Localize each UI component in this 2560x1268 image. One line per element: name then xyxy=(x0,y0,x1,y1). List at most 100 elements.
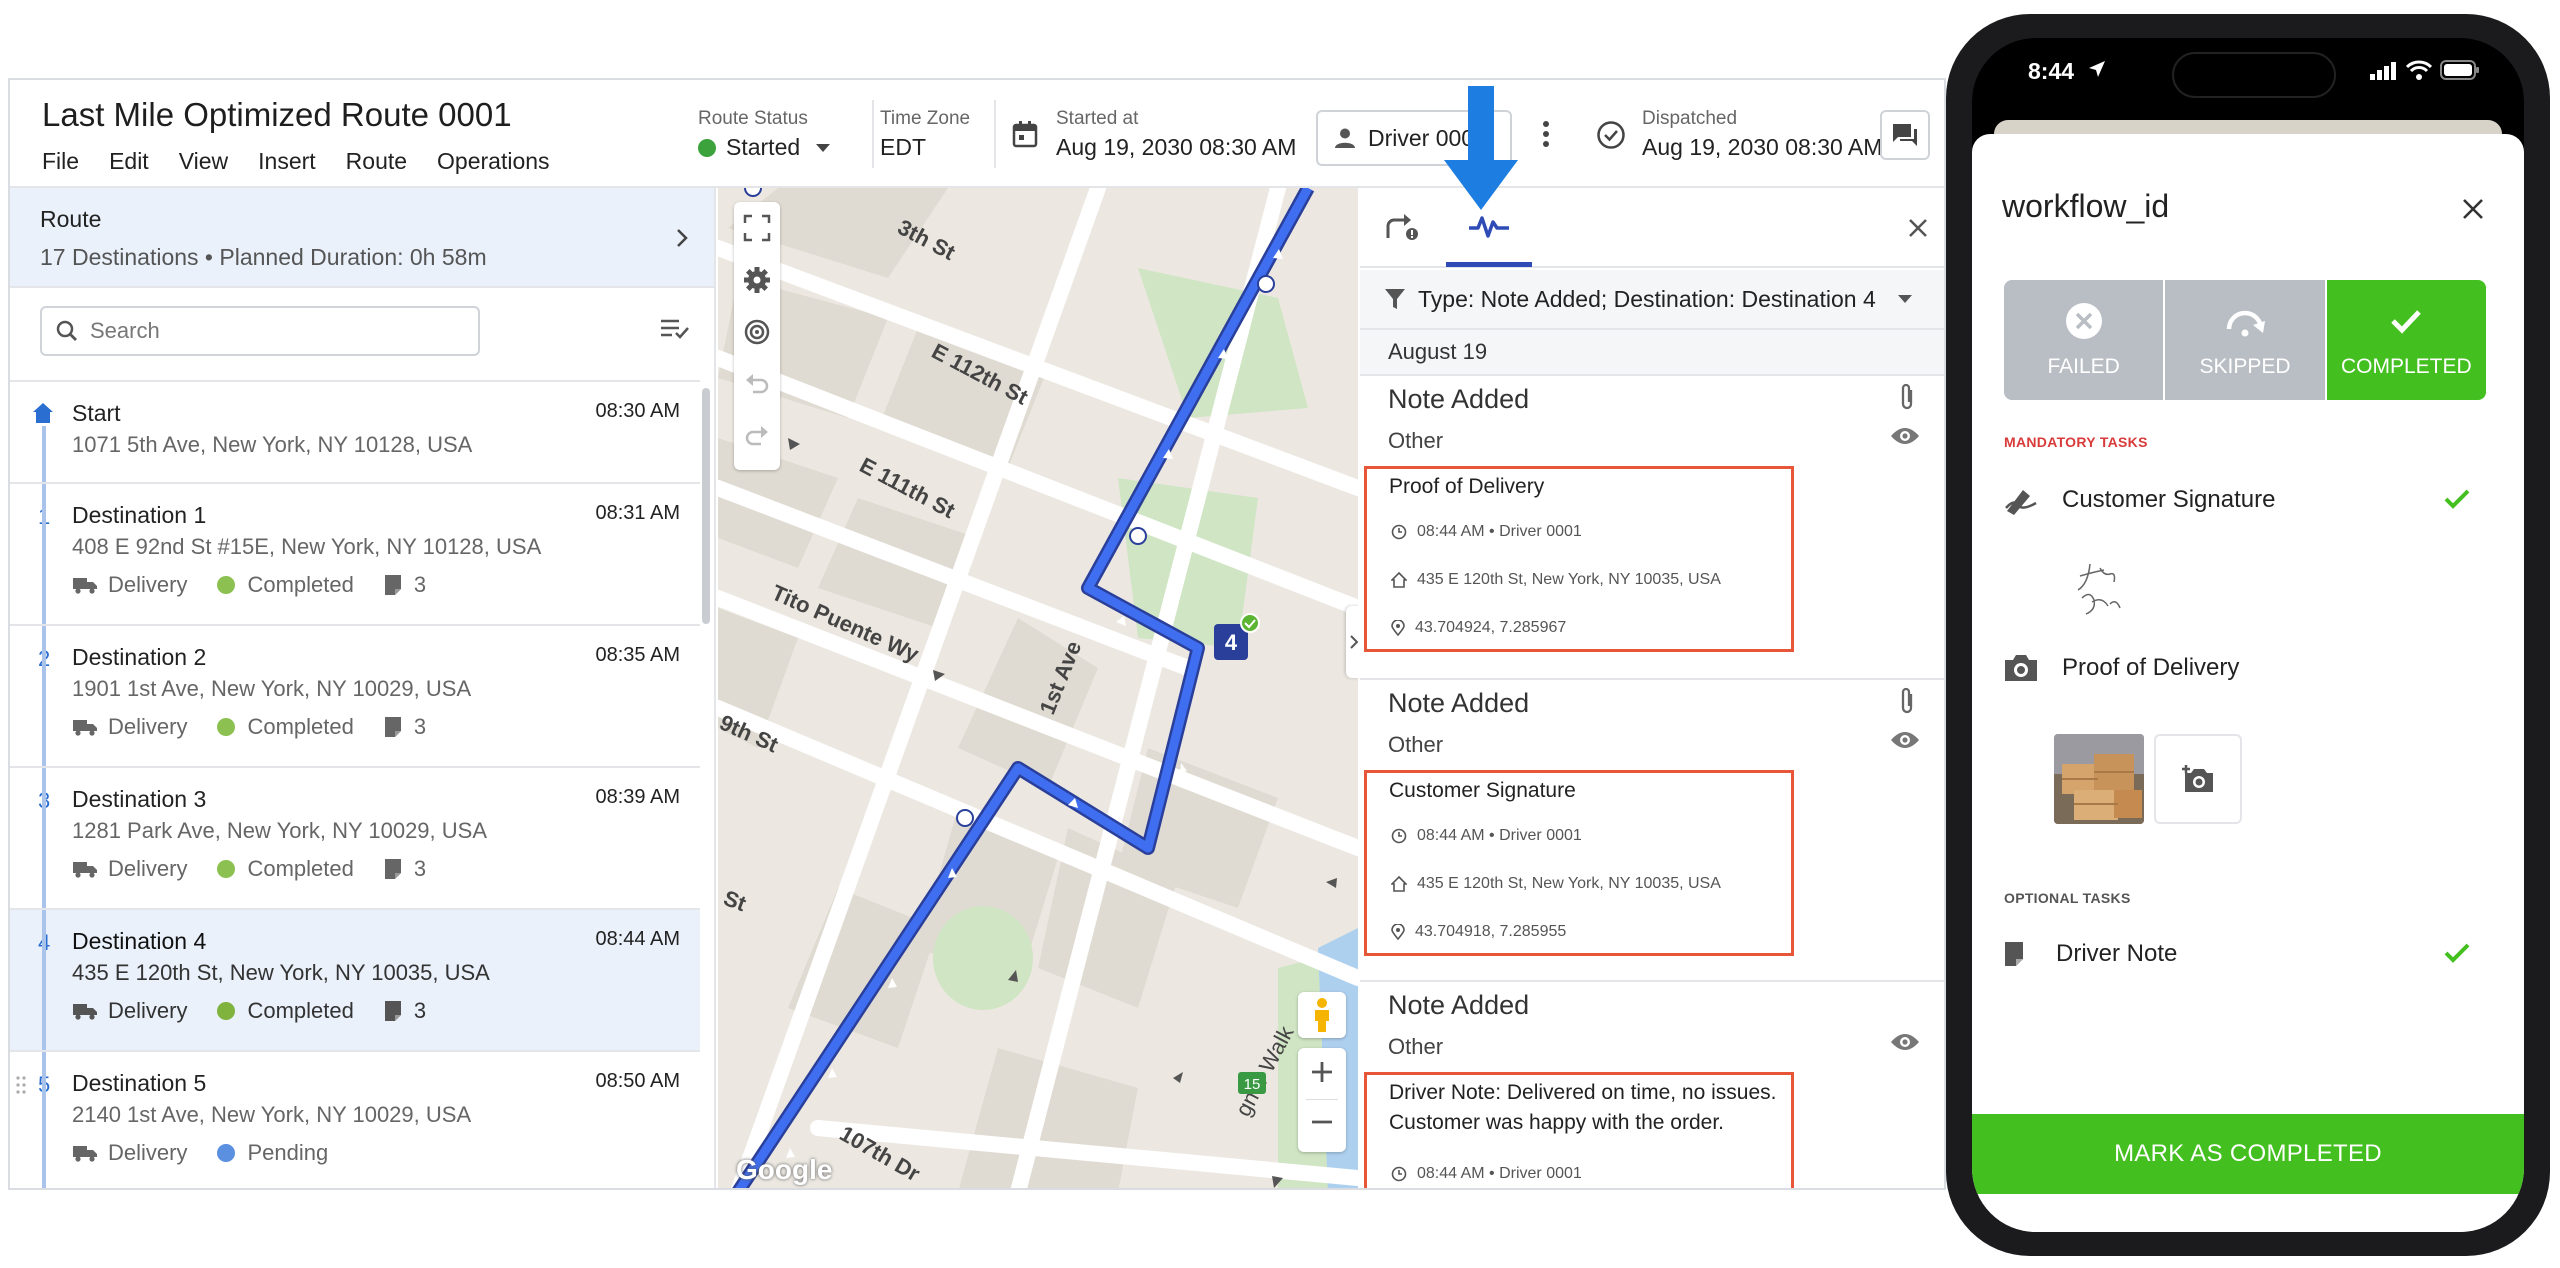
add-photo-button[interactable] xyxy=(2154,734,2242,824)
eye-icon[interactable] xyxy=(1890,426,1920,446)
menu-route[interactable]: Route xyxy=(346,148,407,175)
stop-status: Completed xyxy=(247,572,354,597)
note-origin: Other xyxy=(1388,732,1444,757)
chevron-down-icon xyxy=(816,143,831,152)
eye-icon[interactable] xyxy=(1890,1032,1920,1052)
list-item[interactable]: 5 Destination 5 2140 1st Ave, New York, … xyxy=(10,1050,700,1188)
stop-badge: 4 xyxy=(1225,630,1238,655)
stop-status: Completed xyxy=(247,998,354,1023)
route-insights-icon[interactable] xyxy=(1384,208,1420,242)
stop-meta: Delivery Completed 3 xyxy=(72,998,426,1024)
filter-icon xyxy=(1384,287,1406,311)
activity-note[interactable]: Note Added Other Customer Signature 08:4… xyxy=(1360,680,1944,982)
street-view-icon[interactable] xyxy=(1298,992,1346,1038)
activity-feed-icon[interactable] xyxy=(1468,212,1510,240)
stop-name: Destination 3 xyxy=(72,786,207,812)
note-time-line: 08:44 AM • Driver 0001 xyxy=(1391,1165,1582,1183)
highlight-box: Proof of Delivery 08:44 AM • Driver 0001… xyxy=(1364,466,1794,652)
activity-filter[interactable]: Type: Note Added; Destination: Destinati… xyxy=(1360,270,1944,328)
street-label: 3th St xyxy=(894,214,960,265)
route-summary[interactable]: Route 17 Destinations • Planned Duration… xyxy=(10,188,714,288)
note-title: Note Added xyxy=(1388,688,1530,718)
chevron-right-icon xyxy=(676,228,688,248)
eye-icon[interactable] xyxy=(1890,730,1920,750)
zoom-in-icon[interactable] xyxy=(1312,1062,1332,1082)
task-driver-note[interactable]: Driver Note xyxy=(2004,934,2486,974)
divider xyxy=(1306,1099,1338,1100)
attachment-icon[interactable] xyxy=(1898,686,1916,716)
sort-list-icon[interactable] xyxy=(660,318,690,340)
chevron-right-icon xyxy=(1350,635,1358,649)
signature-image[interactable] xyxy=(2070,554,2130,624)
started-value: Aug 19, 2030 08:30 AM xyxy=(1056,134,1297,160)
menu-edit[interactable]: Edit xyxy=(109,148,149,175)
route-status-dropdown[interactable]: Started xyxy=(698,134,831,161)
redo-icon[interactable] xyxy=(743,422,771,450)
checkmark-icon xyxy=(2444,942,2470,964)
skipped-button[interactable]: SKIPPED xyxy=(2165,280,2325,400)
list-item-selected[interactable]: 4 Destination 4 435 E 120th St, New York… xyxy=(10,908,700,1052)
filter-text: Type: Note Added; Destination: Destinati… xyxy=(1418,285,1876,312)
failed-button[interactable]: FAILED xyxy=(2004,280,2164,400)
completed-button[interactable]: COMPLETED xyxy=(2326,280,2486,400)
truck-icon xyxy=(72,576,98,594)
started-label: Started at xyxy=(1056,108,1139,129)
note-count: 3 xyxy=(413,856,427,881)
stop-time: 08:44 AM xyxy=(595,928,680,950)
zoom-out-icon[interactable] xyxy=(1312,1120,1332,1124)
chat-button[interactable] xyxy=(1880,110,1930,160)
workflow-sheet: workflow_id FAILED SKIPPED COMPLETED MAN… xyxy=(1972,134,2524,1232)
more-options-icon[interactable] xyxy=(1542,120,1550,148)
activity-note[interactable]: Note Added Other Driver Note: Delivered … xyxy=(1360,982,1944,1188)
divider xyxy=(872,100,874,168)
note-time-line: 08:44 AM • Driver 0001 xyxy=(1391,523,1582,541)
undo-icon[interactable] xyxy=(743,370,771,398)
note-heading: Customer Signature xyxy=(1389,779,1576,802)
stop-address: 408 E 92nd St #15E, New York, NY 10128, … xyxy=(72,534,542,559)
close-icon[interactable] xyxy=(1908,218,1928,238)
task-proof-of-delivery[interactable]: Proof of Delivery xyxy=(2004,648,2486,688)
geofence-icon[interactable] xyxy=(743,318,771,346)
list-item[interactable]: Start 1071 5th Ave, New York, NY 10128, … xyxy=(10,380,700,484)
list-scrollbar[interactable] xyxy=(702,388,710,624)
list-item[interactable]: 3 Destination 3 1281 Park Ave, New York,… xyxy=(10,766,700,910)
fullscreen-icon[interactable] xyxy=(743,214,771,242)
truck-icon xyxy=(72,718,98,736)
search-input[interactable] xyxy=(90,318,450,344)
timeline-bar xyxy=(42,484,46,626)
stop-address: 1901 1st Ave, New York, NY 10029, USA xyxy=(72,676,472,701)
menu-operations[interactable]: Operations xyxy=(437,148,550,175)
timeline-bar xyxy=(42,768,46,910)
checkmark-icon xyxy=(2386,301,2426,341)
note-count: 3 xyxy=(413,572,427,597)
note-time-line: 08:44 AM • Driver 0001 xyxy=(1391,827,1582,845)
stop-meta: Delivery Completed 3 xyxy=(72,856,426,882)
menu-view[interactable]: View xyxy=(179,148,228,175)
attachment-icon[interactable] xyxy=(1898,382,1916,412)
note-count: 3 xyxy=(413,714,427,739)
note-origin: Other xyxy=(1388,428,1444,453)
close-icon[interactable] xyxy=(2462,198,2484,220)
gear-icon[interactable] xyxy=(743,266,771,294)
mark-as-completed-button[interactable]: MARK AS COMPLETED xyxy=(1972,1114,2524,1194)
note-icon xyxy=(384,574,402,596)
list-item[interactable]: 1 Destination 1 408 E 92nd St #15E, New … xyxy=(10,482,700,626)
menu-file[interactable]: File xyxy=(42,148,79,175)
location-pin-icon xyxy=(1391,924,1405,940)
note-title: Note Added xyxy=(1388,990,1530,1020)
menu-insert[interactable]: Insert xyxy=(258,148,316,175)
drag-handle-icon[interactable] xyxy=(16,1076,26,1094)
x-circle-icon xyxy=(2064,301,2104,341)
list-item[interactable]: 2 Destination 2 1901 1st Ave, New York, … xyxy=(10,624,700,768)
route-map[interactable]: 3th St E 112th St E 111th St Tito Puente… xyxy=(718,188,1358,1188)
chevron-down-icon xyxy=(1897,295,1912,303)
task-customer-signature[interactable]: Customer Signature xyxy=(2004,480,2486,520)
phone-mockup: 8:44 workflow_id FAILED SKIPPED COMPLETE… xyxy=(1946,14,2550,1256)
route-status-value: Started xyxy=(726,134,801,160)
stop-type: Delivery xyxy=(108,998,188,1023)
collapse-panel-button[interactable] xyxy=(1346,606,1358,678)
activity-note[interactable]: Note Added Other Proof of Delivery 08:44… xyxy=(1360,376,1944,680)
note-coords-line: 43.704918, 7.285955 xyxy=(1391,923,1566,941)
timezone-value: EDT xyxy=(880,134,926,160)
delivery-photo-thumbnail[interactable] xyxy=(2054,734,2144,824)
